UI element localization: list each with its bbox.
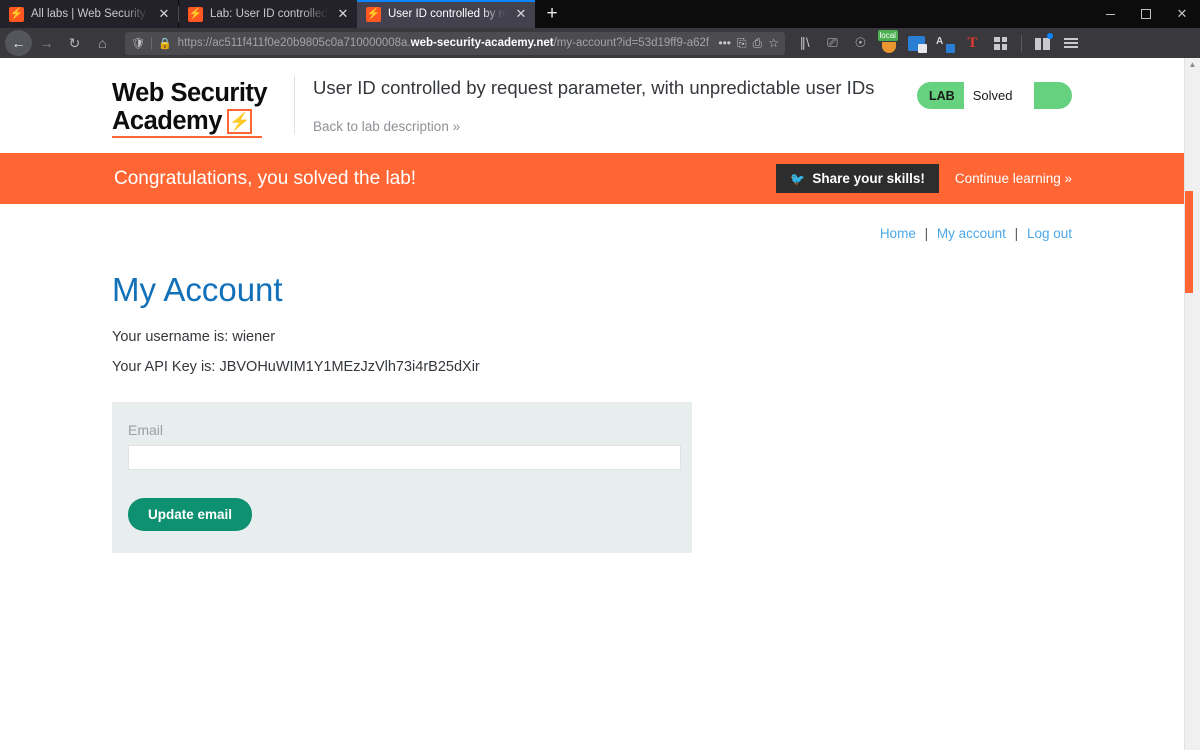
new-tab-button[interactable]: + <box>535 0 569 28</box>
share-your-skills-button[interactable]: 🐦 Share your skills! <box>776 164 939 193</box>
tab-title: Lab: User ID controlled by requ <box>210 8 328 20</box>
local-extension-icon[interactable]: local <box>876 30 901 56</box>
url-domain: web-security-academy.net <box>410 37 554 49</box>
lab-header: Web Security Academy User ID controlled … <box>0 58 1184 138</box>
continue-learning-link[interactable]: Continue learning » <box>955 171 1072 186</box>
email-input[interactable] <box>128 445 681 470</box>
library-icon[interactable]: ∥\ <box>792 31 817 56</box>
url-path: /my-account?id=53d19ff9-a62f <box>553 37 710 49</box>
tab-strip: All labs | Web Security Academy ✕ Lab: U… <box>0 0 1200 28</box>
home-icon[interactable]: ⌂ <box>89 30 116 56</box>
back-to-lab-description-link[interactable]: Back to lab description » <box>313 119 917 134</box>
minimize-button[interactable] <box>1092 0 1128 28</box>
account-icon[interactable]: ☉ <box>848 31 873 56</box>
url-prefix: https://ac511f411f0e20b9805c0a710000008a… <box>177 37 411 49</box>
toolbar-divider <box>1021 34 1022 52</box>
share-button-label: Share your skills! <box>812 171 925 186</box>
page-title: My Account <box>112 271 283 308</box>
dictionary-extension-icon[interactable] <box>904 31 929 56</box>
twitter-bird-icon: 🐦 <box>790 171 806 186</box>
logo-line-1: Web Security <box>112 79 268 107</box>
close-window-button[interactable]: ✕ <box>1164 0 1200 28</box>
lab-tag: LAB <box>929 88 955 103</box>
menu-icon[interactable] <box>1058 31 1083 56</box>
local-badge: local <box>877 30 898 41</box>
lightning-bolt-icon <box>226 108 252 134</box>
url-divider <box>150 36 152 50</box>
email-label: Email <box>128 422 164 438</box>
lightning-icon <box>9 6 24 22</box>
forward-icon[interactable]: → <box>33 30 60 56</box>
address-bar[interactable]: 🛡 🔒 https://ac511f411f0e20b9805c0a710000… <box>125 31 785 55</box>
nav-separator: | <box>924 226 929 241</box>
banner-message: Congratulations, you solved the lab! <box>114 167 417 189</box>
page-scrollbar[interactable]: ▲ <box>1184 58 1200 750</box>
lightning-icon <box>366 6 381 22</box>
nav-link-my-account[interactable]: My account <box>937 226 1006 241</box>
back-icon[interactable]: ← <box>5 30 32 56</box>
api-key-text: Your API Key is: JBVOHuWIM1Y1MEzJzVlh73i… <box>112 359 480 375</box>
bookmark-icon[interactable]: ☆ <box>768 36 779 50</box>
update-email-button[interactable]: Update email <box>128 498 253 531</box>
lab-status-text: Solved <box>963 82 1034 109</box>
lock-icon[interactable]: 🔒 <box>158 37 172 50</box>
congratulations-banner: Congratulations, you solved the lab! 🐦 S… <box>0 153 1184 204</box>
browser-window: All labs | Web Security Academy ✕ Lab: U… <box>0 0 1200 750</box>
browser-tab-3-active[interactable]: User ID controlled by request p ✕ <box>357 0 535 28</box>
translate-extension-icon[interactable]: A <box>932 31 957 56</box>
logo-line-2: Academy <box>112 107 222 135</box>
nav-link-log-out[interactable]: Log out <box>1027 226 1072 241</box>
tab-title: All labs | Web Security Academy <box>31 8 149 20</box>
nav-separator: | <box>1014 226 1019 241</box>
lab-status: LAB Solved <box>917 76 1072 109</box>
reload-icon[interactable]: ↻ <box>61 30 88 56</box>
lab-title: User ID controlled by request parameter,… <box>313 77 875 98</box>
local-glyph <box>881 42 896 53</box>
lab-status-badge: LAB Solved <box>917 82 1072 109</box>
browser-toolbar-right: ∥\ ⎚ ☉ local A T <box>792 30 1087 56</box>
navigation-toolbar: ← → ↻ ⌂ 🛡 🔒 https://ac511f411f0e20b9805c… <box>0 28 1200 58</box>
reader-icon[interactable]: ⎘ <box>737 36 747 51</box>
main-content: Home | My account | Log out My Account Y… <box>112 204 1072 553</box>
window-controls: ✕ <box>1092 0 1200 28</box>
maximize-button[interactable] <box>1128 0 1164 28</box>
nav-link-home[interactable]: Home <box>880 226 916 241</box>
academy-logo[interactable]: Web Security Academy <box>112 76 280 138</box>
page-viewport: Web Security Academy User ID controlled … <box>0 58 1200 750</box>
sidebar-icon[interactable]: ⎚ <box>820 31 845 56</box>
close-icon[interactable]: ✕ <box>156 6 172 22</box>
shield-icon[interactable]: 🛡 <box>131 37 145 50</box>
page-content: Web Security Academy User ID controlled … <box>0 58 1184 750</box>
scrollbar-thumb[interactable] <box>1185 191 1193 293</box>
lab-status-tail <box>1034 82 1072 109</box>
tab-title: User ID controlled by request p <box>388 8 506 20</box>
logo-underline <box>112 136 262 138</box>
top-navigation: Home | My account | Log out <box>112 226 1072 241</box>
lab-meta: User ID controlled by request parameter,… <box>294 76 917 134</box>
browser-tab-1[interactable]: All labs | Web Security Academy ✕ <box>0 0 178 28</box>
username-text: Your username is: wiener <box>112 329 276 345</box>
extensions-grid-icon[interactable] <box>988 31 1013 56</box>
update-email-form: Email Update email <box>112 402 692 553</box>
lightning-icon <box>188 6 203 22</box>
translate-icon[interactable]: ⎙ <box>753 36 763 51</box>
scroll-up-arrow-icon[interactable]: ▲ <box>1189 58 1197 72</box>
gift-icon[interactable] <box>1030 31 1055 56</box>
text-tool-icon[interactable]: T <box>960 31 985 56</box>
browser-tab-2[interactable]: Lab: User ID controlled by requ ✕ <box>179 0 357 28</box>
close-icon[interactable]: ✕ <box>513 6 529 22</box>
url-text: https://ac511f411f0e20b9805c0a710000008a… <box>178 37 713 49</box>
close-icon[interactable]: ✕ <box>335 6 351 22</box>
more-options-icon[interactable]: ••• <box>718 36 731 50</box>
